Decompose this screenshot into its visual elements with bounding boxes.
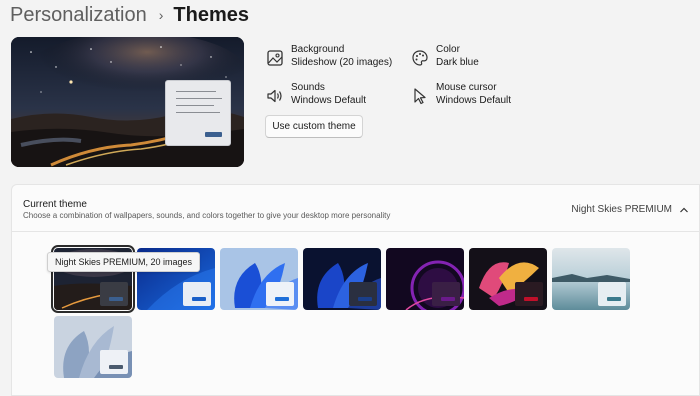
- current-theme-subtitle: Choose a combination of wallpapers, soun…: [23, 211, 391, 220]
- breadcrumb: Personalization › Themes: [10, 2, 249, 28]
- chevron-up-icon[interactable]: [678, 204, 690, 216]
- background-setting[interactable]: Background Slideshow (20 images): [265, 43, 392, 69]
- background-label: Background: [291, 44, 345, 55]
- theme-tooltip: Night Skies PREMIUM, 20 images: [47, 252, 201, 272]
- theme-sunrise[interactable]: [552, 248, 630, 310]
- theme-flow[interactable]: [54, 316, 132, 378]
- theme-glow[interactable]: [386, 248, 464, 310]
- sounds-value: Windows Default: [291, 95, 367, 106]
- color-setting[interactable]: Color Dark blue: [410, 43, 479, 69]
- sounds-label: Sounds: [291, 82, 325, 93]
- theme-windows-light-bloom[interactable]: [220, 248, 298, 310]
- speaker-icon: [267, 89, 282, 103]
- theme-captured-motion[interactable]: [469, 248, 547, 310]
- current-theme-value: Night Skies PREMIUM: [571, 204, 672, 215]
- current-theme-title: Current theme: [23, 199, 87, 210]
- image-icon: [267, 50, 283, 66]
- theme-preview: [11, 37, 244, 167]
- preview-window: [165, 80, 231, 146]
- page-title: Themes: [173, 3, 250, 26]
- breadcrumb-personalization-link[interactable]: Personalization: [10, 4, 147, 27]
- color-value: Dark blue: [436, 57, 479, 68]
- chevron-right-icon: ›: [158, 7, 164, 23]
- mouse-cursor-label: Mouse cursor: [436, 82, 497, 93]
- palette-icon: [412, 50, 428, 66]
- background-value: Slideshow (20 images): [291, 57, 393, 68]
- cursor-icon: [414, 88, 426, 105]
- mouse-cursor-setting[interactable]: Mouse cursor Windows Default: [410, 81, 511, 107]
- mouse-cursor-value: Windows Default: [436, 95, 512, 106]
- theme-windows-dark-bloom[interactable]: [303, 248, 381, 310]
- color-label: Color: [436, 44, 460, 55]
- sounds-setting[interactable]: Sounds Windows Default: [265, 81, 366, 107]
- current-theme-header[interactable]: Current theme Choose a combination of wa…: [12, 185, 699, 232]
- use-custom-theme-button[interactable]: Use custom theme: [265, 115, 363, 138]
